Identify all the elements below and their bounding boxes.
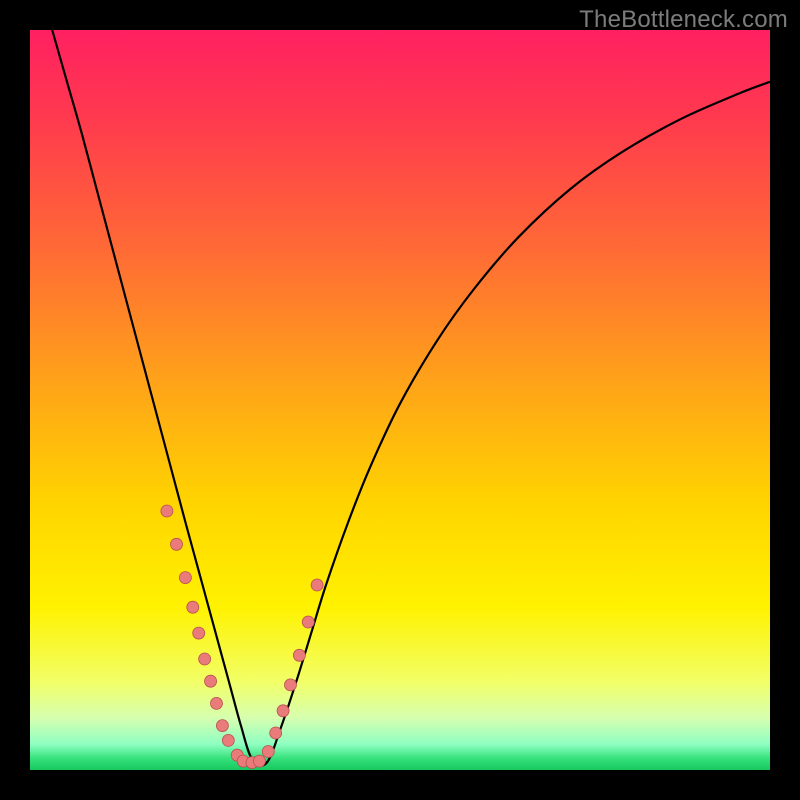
marker-dot [284, 679, 296, 691]
marker-dot [179, 572, 191, 584]
marker-dot [277, 705, 289, 717]
marker-dot [161, 505, 173, 517]
marker-dot [253, 755, 265, 767]
chart-frame: TheBottleneck.com [0, 0, 800, 800]
plot-background [30, 30, 770, 770]
marker-dot [216, 720, 228, 732]
marker-dot [222, 734, 234, 746]
marker-dot [193, 627, 205, 639]
watermark-text: TheBottleneck.com [579, 6, 788, 34]
marker-dot [210, 697, 222, 709]
marker-dot [262, 746, 274, 758]
marker-dot [302, 616, 314, 628]
marker-dot [293, 649, 305, 661]
marker-dot [205, 675, 217, 687]
plot-svg [30, 30, 770, 770]
marker-dot [187, 601, 199, 613]
marker-dot [199, 653, 211, 665]
marker-dot [171, 538, 183, 550]
marker-dot [270, 727, 282, 739]
plot-area [30, 30, 770, 770]
marker-dot [311, 579, 323, 591]
